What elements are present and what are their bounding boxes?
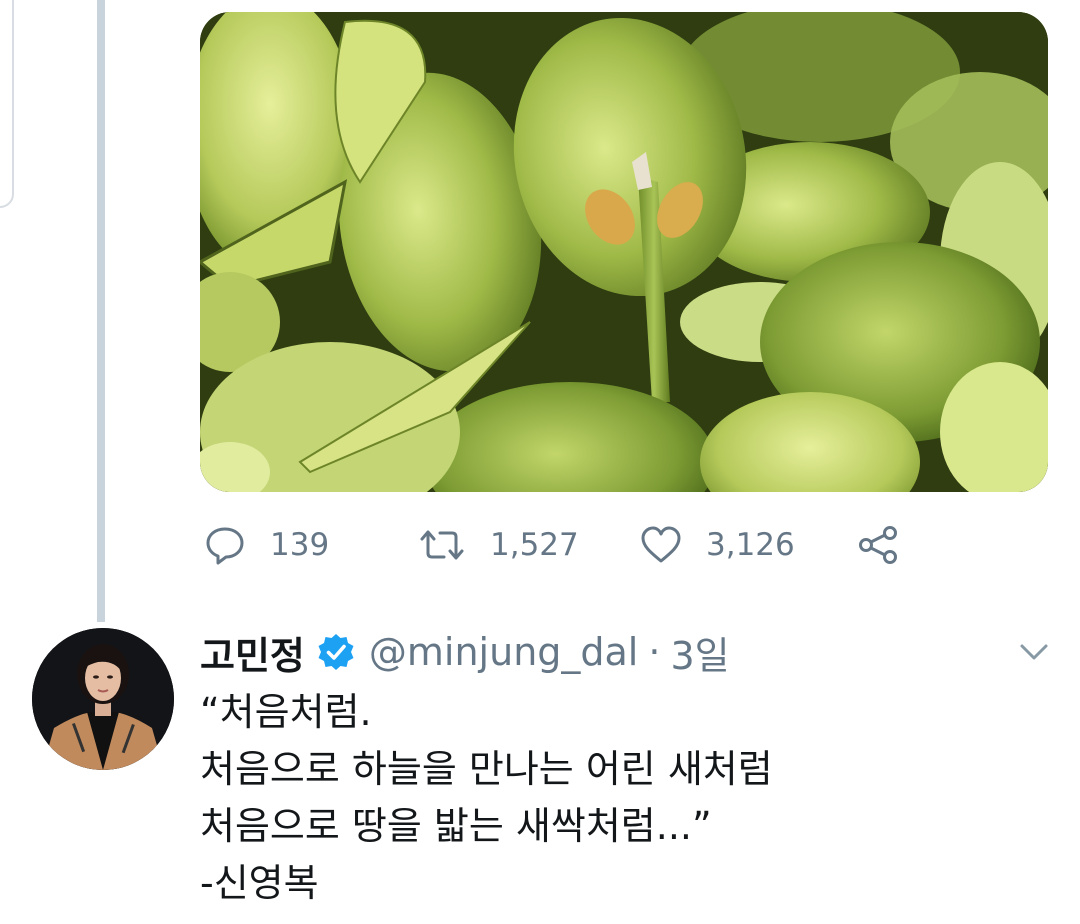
tweet-menu-button[interactable]: [1016, 636, 1052, 668]
like-count: 3,126: [706, 527, 795, 563]
tweet-text-line: “처음처럼.: [200, 690, 372, 734]
reply-count: 139: [270, 527, 330, 563]
avatar[interactable]: [32, 628, 174, 770]
tweet-timestamp[interactable]: 3일: [670, 625, 729, 680]
tweet-text-line: 처음으로 하늘을 만나는 어린 새처럼: [200, 747, 773, 791]
separator-dot: ·: [648, 630, 661, 674]
retweet-button[interactable]: 1,527: [418, 515, 579, 575]
display-name[interactable]: 고민정: [200, 625, 305, 680]
user-handle[interactable]: @minjung_dal: [369, 630, 638, 674]
timeline: 139 1,527 3,126 고민정 @minjung_dal · 3일 “처…: [0, 0, 1080, 924]
tweet-text-line: 처음으로 땅을 밟는 새싹처럼...”: [200, 804, 712, 848]
chevron-down-icon: [1020, 644, 1048, 660]
retweet-count: 1,527: [490, 527, 579, 563]
thread-connector-line: [97, 0, 105, 622]
tweet-text-line: -신영복: [200, 861, 319, 905]
share-icon: [856, 525, 900, 565]
like-button[interactable]: 3,126: [640, 515, 795, 575]
profile-photo: [32, 628, 174, 770]
tweet-action-bar: 139 1,527 3,126: [200, 515, 1060, 575]
tweet-media-photo[interactable]: [200, 12, 1048, 492]
previous-card-edge: [0, 0, 14, 208]
reply-button[interactable]: 139: [204, 515, 329, 575]
tweet-header: 고민정 @minjung_dal · 3일: [200, 622, 730, 682]
reply-icon: [204, 525, 246, 565]
heart-icon: [640, 526, 682, 564]
verified-badge-icon: [317, 633, 355, 671]
plant-leaves-photo: [200, 12, 1048, 492]
share-button[interactable]: [856, 515, 924, 575]
tweet-text: “처음처럼. 처음으로 하늘을 만나는 어린 새처럼 처음으로 땅을 밟는 새싹…: [200, 684, 1060, 912]
retweet-icon: [418, 527, 466, 563]
